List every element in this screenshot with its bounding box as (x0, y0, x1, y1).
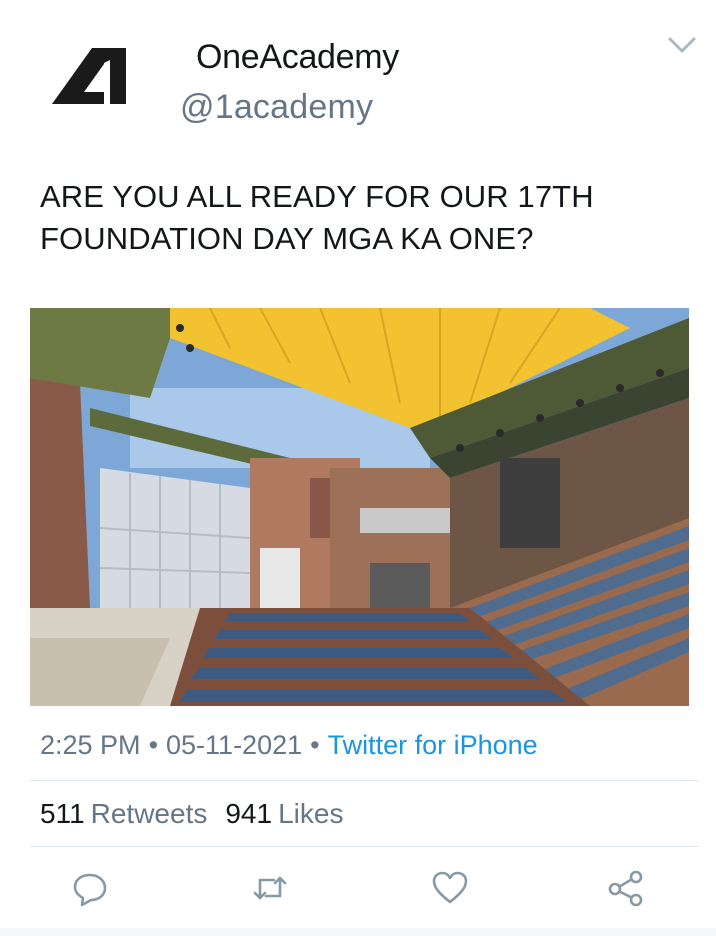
retweet-icon[interactable] (250, 868, 290, 908)
tweet-actions (0, 860, 716, 920)
meta-separator: • (310, 730, 320, 760)
divider (30, 780, 699, 781)
bottom-separator (0, 928, 716, 936)
reply-icon[interactable] (70, 868, 110, 908)
tweet-source-link[interactable]: Twitter for iPhone (328, 730, 538, 760)
tweet-stats: 511 Retweets 941 Likes (40, 798, 361, 830)
tweet-time[interactable]: 2:25 PM (40, 730, 141, 760)
divider (30, 846, 699, 847)
heart-icon[interactable] (430, 868, 470, 908)
one-academy-logo-icon[interactable] (40, 34, 140, 124)
tweet-text-line: FOUNDATION DAY MGA KA ONE? (40, 221, 534, 256)
likes-count: 941 (225, 798, 273, 829)
likes-label: Likes (278, 798, 344, 829)
tweet-text-line: ARE YOU ALL READY FOR OUR 17TH (40, 179, 594, 214)
share-icon[interactable] (606, 868, 646, 908)
chevron-down-icon[interactable] (666, 32, 698, 58)
likes-stat[interactable]: 941 Likes (225, 798, 361, 829)
tweet-media-image[interactable] (30, 308, 689, 706)
tweet-meta: 2:25 PM • 05-11-2021 • Twitter for iPhone (40, 730, 538, 761)
retweets-count: 511 (40, 798, 85, 829)
tweet-detail: OneAcademy @1academy ARE YOU ALL READY F… (0, 0, 716, 936)
meta-separator: • (148, 730, 159, 760)
user-handle[interactable]: @1academy (180, 88, 373, 127)
display-name[interactable]: OneAcademy (196, 38, 399, 77)
tweet-date[interactable]: 05-11-2021 (166, 730, 302, 760)
retweets-stat[interactable]: 511 Retweets (40, 798, 225, 829)
tweet-text: ARE YOU ALL READY FOR OUR 17TH FOUNDATIO… (40, 176, 680, 260)
retweets-label: Retweets (90, 798, 208, 829)
